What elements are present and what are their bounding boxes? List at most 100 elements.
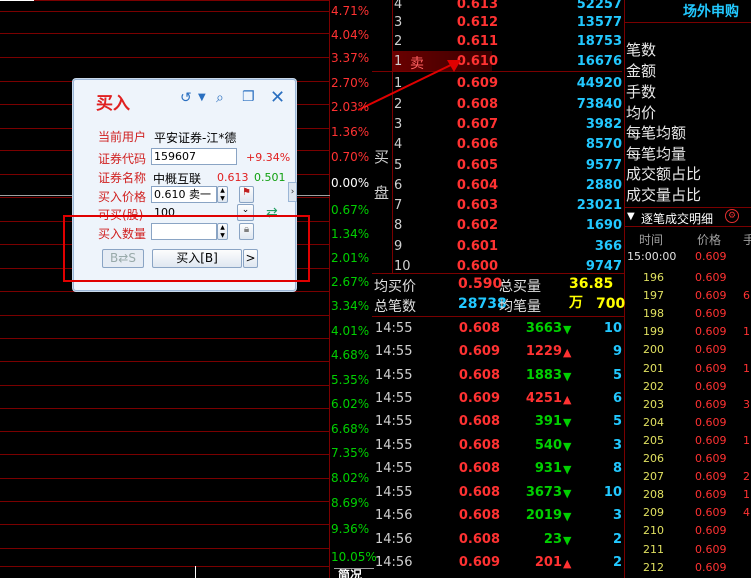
buy-level-row[interactable]: 8 0.602 1690 — [372, 215, 622, 236]
level-volume: 366 — [594, 239, 622, 254]
col-extra: 手 — [743, 233, 751, 247]
detail-price: 0.609 — [695, 415, 727, 429]
level-index: 4 — [394, 0, 403, 12]
buy-level-row[interactable]: 5 0.605 9577 — [372, 155, 622, 176]
detail-row[interactable]: 211 0.609 — [625, 540, 751, 558]
detail-row[interactable]: 209 0.609 4 — [625, 503, 751, 521]
pct-scale-label: 4.71% — [331, 4, 370, 18]
tick-row[interactable]: 14:55 0.608 391 ▼ 5 — [372, 410, 624, 433]
grid-line — [0, 11, 330, 12]
detail-seq: 210 — [643, 524, 664, 538]
dialog-expand-handle[interactable]: › — [288, 182, 297, 202]
tick-row[interactable]: 14:56 0.608 2019 ▼ 3 — [372, 504, 624, 527]
detail-extra: 4 — [743, 506, 750, 520]
tick-count: 2 — [612, 555, 622, 570]
price-flag-icon[interactable]: ⚑ — [239, 186, 254, 203]
right-stats-panel: 场外申购 笔数 金额 手数 均价 每笔均额 每笔均量 成交额占比 成交量占比 ▼ 逐笔成交明细… — [624, 0, 751, 578]
detail-extra: 6 — [743, 289, 750, 303]
dropdown-arrow-icon[interactable]: ▼ — [198, 92, 206, 103]
level-volume: 3982 — [585, 117, 622, 132]
name-price-1: 0.613 — [217, 171, 249, 184]
level-volume: 44920 — [576, 76, 622, 91]
detail-seq: 208 — [643, 488, 664, 502]
detail-seq: 206 — [643, 452, 664, 465]
buy-level-row[interactable]: 9 0.601 366 — [372, 236, 622, 257]
tick-volume: 3663 — [525, 321, 562, 336]
pct-scale-label: 3.37% — [331, 51, 370, 65]
tick-time: 14:55 — [375, 438, 413, 453]
detail-row[interactable]: 196 0.609 — [625, 268, 751, 286]
bottom-tab[interactable]: 简况 — [334, 568, 374, 578]
detail-row[interactable]: 205 0.609 1 — [625, 431, 751, 449]
tick-row[interactable]: 14:55 0.608 3673 ▼ 10 — [372, 481, 624, 504]
detail-row[interactable]: 210 0.609 — [625, 521, 751, 539]
tick-row[interactable]: 14:55 0.609 4251 ▲ 6 — [372, 387, 624, 410]
tick-row[interactable]: 14:56 0.608 23 ▼ 2 — [372, 528, 624, 551]
arrow-down-icon: ▼ — [563, 534, 572, 547]
pct-scale-label: 2.67% — [331, 275, 370, 289]
detail-price: 0.609 — [695, 361, 727, 375]
tick-row[interactable]: 14:56 0.609 201 ▲ 2 — [372, 551, 624, 574]
tick-volume: 201 — [534, 555, 562, 570]
arrow-down-icon: ▼ — [563, 487, 572, 500]
buy-level-row[interactable]: 3 0.607 3982 — [372, 114, 622, 135]
detail-extra: 3 — [743, 397, 750, 411]
window-copy-icon[interactable]: ❐ — [242, 89, 255, 105]
tick-row[interactable]: 14:55 0.608 3663 ▼ 10 — [372, 317, 624, 340]
level-volume: 13577 — [576, 15, 622, 30]
settings-icon[interactable]: ⚙ — [725, 209, 739, 223]
tick-count: 8 — [612, 461, 622, 476]
tick-count: 10 — [603, 321, 622, 336]
buy-level-row[interactable]: 4 0.606 8570 — [372, 134, 622, 155]
panel-divider — [625, 22, 751, 23]
tick-row[interactable]: 14:55 0.609 1229 ▲ 9 — [372, 340, 624, 363]
buy-side-label-2: 盘 — [374, 184, 390, 202]
tick-count: 6 — [612, 391, 622, 406]
otc-subscribe-header[interactable]: 场外申购 — [683, 1, 739, 21]
tick-row[interactable]: 14:55 0.608 540 ▼ 3 — [372, 434, 624, 457]
detail-row[interactable]: 208 0.609 1 — [625, 485, 751, 503]
security-name: 中概互联 — [153, 172, 202, 186]
level-volume: 1690 — [585, 218, 622, 233]
buy-level-row[interactable]: 7 0.603 23021 — [372, 195, 622, 216]
detail-row[interactable]: 206 0.609 — [625, 449, 751, 467]
tick-time: 14:55 — [375, 414, 413, 429]
price-trace — [0, 0, 34, 3]
grid-line — [0, 291, 330, 292]
detail-title[interactable]: 逐笔成交明细 — [641, 210, 713, 227]
level-volume: 73840 — [576, 97, 622, 112]
tick-count: 10 — [603, 485, 622, 500]
sell-level-row[interactable]: 2 0.611 18753 — [372, 31, 622, 52]
close-icon[interactable]: ✕ — [270, 87, 285, 108]
detail-price: 0.609 — [695, 271, 727, 284]
detail-row[interactable]: 204 0.609 — [625, 413, 751, 431]
detail-row[interactable]: 207 0.609 2 — [625, 467, 751, 485]
price-stepper[interactable]: ▲ ▼ — [217, 186, 228, 203]
detail-row[interactable]: 198 0.609 — [625, 304, 751, 322]
security-code-input[interactable]: 159607 — [151, 148, 237, 165]
detail-row[interactable]: 201 0.609 1 — [625, 359, 751, 377]
detail-row[interactable]: 200 0.609 — [625, 340, 751, 358]
tick-volume: 931 — [534, 461, 562, 476]
refresh-icon[interactable]: ↺ — [180, 90, 192, 106]
tick-row[interactable]: 14:55 0.608 1883 ▼ 5 — [372, 364, 624, 387]
sell-level-row[interactable]: 3 0.612 13577 — [372, 12, 622, 33]
detail-seq: 199 — [643, 325, 664, 339]
tick-row[interactable]: 14:55 0.608 931 ▼ 8 — [372, 457, 624, 480]
buy-price-input[interactable]: 0.610 卖一 — [151, 186, 217, 203]
tick-price: 0.609 — [458, 344, 500, 359]
detail-seq: 209 — [643, 506, 664, 520]
arrow-up-icon: ▲ — [563, 557, 572, 570]
detail-row[interactable]: 203 0.609 3 — [625, 395, 751, 413]
detail-row[interactable]: 202 0.609 — [625, 377, 751, 395]
search-doc-icon[interactable]: ⌕ — [216, 90, 224, 106]
detail-row[interactable]: 197 0.609 6 — [625, 286, 751, 304]
user-value: 平安证券-江*德 — [154, 131, 237, 145]
level-price: 0.611 — [456, 34, 498, 49]
pct-scale-label: 8.02% — [331, 471, 370, 485]
pct-scale-label: 4.04% — [331, 28, 370, 42]
detail-row[interactable]: 199 0.609 1 — [625, 322, 751, 340]
collapse-arrow-icon[interactable]: ▼ — [627, 211, 635, 222]
buy-level-row[interactable]: 6 0.604 2880 — [372, 175, 622, 196]
detail-row[interactable]: 212 0.609 — [625, 558, 751, 576]
